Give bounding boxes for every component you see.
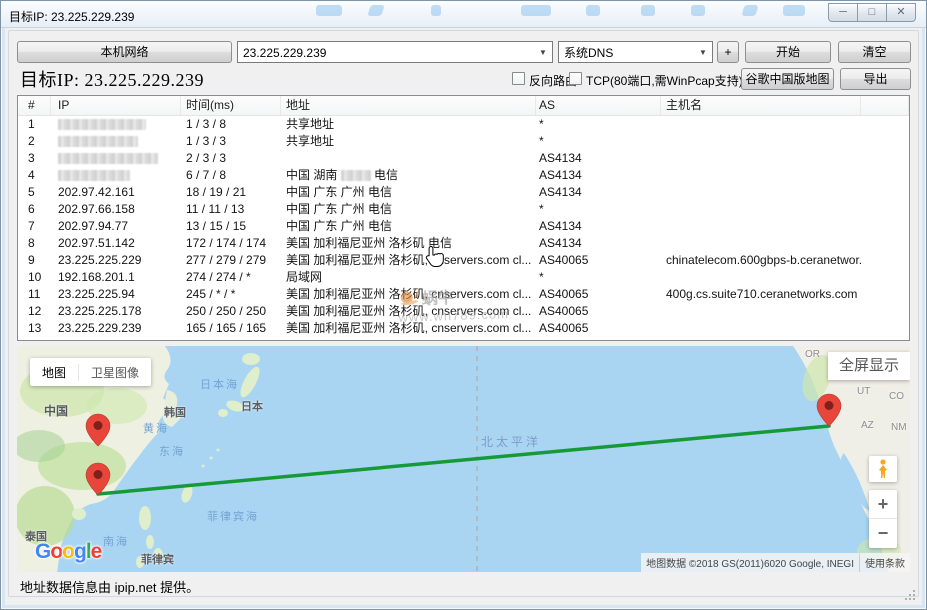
hop-ip: 192.168.201.1 bbox=[51, 269, 181, 286]
hop-address: 美国 加利福尼亚州 洛杉矶, cnservers.com cl... bbox=[281, 252, 536, 269]
chevron-down-icon[interactable]: ▼ bbox=[695, 43, 711, 61]
hop-ip: 23.225.225.229 bbox=[51, 252, 181, 269]
hop-address: 共享地址 bbox=[281, 116, 536, 133]
status-text: 地址数据信息由 ipip.net 提供。 bbox=[20, 577, 199, 596]
google-logo[interactable]: Google bbox=[35, 540, 101, 564]
terms-link[interactable]: 使用条款 bbox=[860, 553, 910, 572]
window-title: 目标IP: 23.225.229.239 bbox=[9, 8, 134, 25]
zoom-out-button[interactable]: − bbox=[869, 519, 897, 548]
map-attribution: 地图数据 ©2018 GS(2011)6020 Google, INEGI bbox=[641, 553, 859, 572]
add-button[interactable]: + bbox=[717, 41, 739, 63]
table-row[interactable]: 6202.97.66.15811 / 11 / 13中国 广东 广州 电信* bbox=[18, 201, 909, 218]
route-line bbox=[98, 426, 829, 494]
hop-address: 美国 加利福尼亚州 洛杉矶 电信 bbox=[281, 235, 536, 252]
hop-ip: 202.97.94.77 bbox=[51, 218, 181, 235]
table-row[interactable]: 7202.97.94.7713 / 15 / 15中国 广东 广州 电信AS41… bbox=[18, 218, 909, 235]
redacted-ip bbox=[58, 136, 138, 147]
route-map[interactable]: 中国韩国日本日本海黄海东海北太平洋菲律宾海南海泰国菲律宾ORUTCOAZNM 地… bbox=[17, 346, 910, 572]
trace-table[interactable]: #IP时间(ms)地址AS主机名 11 / 3 / 8共享地址*21 / 3 /… bbox=[17, 95, 910, 341]
map-type-map-button[interactable]: 地图 bbox=[30, 364, 78, 381]
column-header-1[interactable]: IP bbox=[51, 96, 181, 115]
tcp-checkbox[interactable] bbox=[569, 72, 582, 85]
table-row[interactable]: 1223.225.225.178250 / 250 / 250美国 加利福尼亚州… bbox=[18, 303, 909, 320]
column-header-3[interactable]: 地址 bbox=[281, 96, 536, 115]
target-ip-combobox[interactable]: 23.225.229.239 ▼ bbox=[237, 41, 553, 63]
hop-ip: 202.97.66.158 bbox=[51, 201, 181, 218]
hop-address bbox=[281, 150, 536, 167]
hop-address: 中国 广东 广州 电信 bbox=[281, 184, 536, 201]
hop-address: 美国 加利福尼亚州 洛杉矶, cnservers.com cl... bbox=[281, 286, 536, 303]
redacted-ip bbox=[58, 153, 158, 164]
export-button[interactable]: 导出 bbox=[840, 68, 911, 90]
hop-address: 局域网 bbox=[281, 269, 536, 286]
hop-address: 美国 加利福尼亚州 洛杉矶, cnservers.com cl... bbox=[281, 320, 536, 337]
hop-ip bbox=[51, 116, 181, 133]
hop-ip bbox=[51, 133, 181, 150]
google-cn-map-button[interactable]: 谷歌中国版地图 bbox=[741, 68, 834, 90]
pegman-icon bbox=[877, 459, 889, 479]
table-row[interactable]: 10192.168.201.1274 / 274 / *局域网* bbox=[18, 269, 909, 286]
table-row[interactable]: 8202.97.51.142172 / 174 / 174美国 加利福尼亚州 洛… bbox=[18, 235, 909, 252]
column-header-0[interactable]: # bbox=[18, 96, 51, 115]
table-row[interactable]: 1123.225.225.94245 / * / *美国 加利福尼亚州 洛杉矶,… bbox=[18, 286, 909, 303]
app-window: 目标IP: 23.225.229.239 ─ □ ✕ 本机网络 23.225.2… bbox=[0, 0, 927, 610]
redacted-text bbox=[341, 170, 371, 181]
map-attribution-bar: 地图数据 ©2018 GS(2011)6020 Google, INEGI 使用… bbox=[641, 553, 910, 572]
table-row[interactable]: 11 / 3 / 8共享地址* bbox=[18, 116, 909, 133]
target-ip-value: 23.225.229.239 bbox=[243, 43, 532, 63]
minimize-button[interactable]: ─ bbox=[828, 3, 858, 22]
hop-ip bbox=[51, 167, 181, 184]
hop-ip: 202.97.42.161 bbox=[51, 184, 181, 201]
column-header-filler bbox=[861, 96, 909, 115]
maximize-button[interactable]: □ bbox=[857, 3, 887, 22]
dns-value: 系统DNS bbox=[564, 43, 692, 63]
chevron-down-icon[interactable]: ▼ bbox=[535, 43, 551, 61]
redacted-ip bbox=[58, 119, 146, 130]
zoom-control: + − bbox=[869, 490, 897, 548]
clear-button[interactable]: 清空 bbox=[838, 41, 911, 63]
dns-combobox[interactable]: 系统DNS ▼ bbox=[558, 41, 713, 63]
hop-address: 美国 加利福尼亚州 洛杉矶, cnservers.com cl... bbox=[281, 303, 536, 320]
titlebar[interactable]: 目标IP: 23.225.229.239 ─ □ ✕ bbox=[1, 1, 926, 28]
start-button[interactable]: 开始 bbox=[745, 41, 831, 63]
column-header-5[interactable]: 主机名 bbox=[661, 96, 861, 115]
resize-grip[interactable] bbox=[905, 590, 915, 600]
hop-ip: 202.97.51.142 bbox=[51, 235, 181, 252]
map-type-satellite-button[interactable]: 卫星图像 bbox=[78, 364, 151, 381]
close-button[interactable]: ✕ bbox=[886, 3, 916, 22]
fullscreen-button[interactable]: 全屏显示 bbox=[828, 352, 910, 380]
tcp-label[interactable]: TCP(80端口,需WinPcap支持) bbox=[586, 72, 743, 89]
map-type-control: 地图 卫星图像 bbox=[30, 358, 151, 386]
table-header: #IP时间(ms)地址AS主机名 bbox=[18, 96, 909, 116]
hop-ip: 23.225.225.178 bbox=[51, 303, 181, 320]
hop-ip bbox=[51, 150, 181, 167]
hop-ip: 23.225.229.239 bbox=[51, 320, 181, 337]
target-ip-label: 目标IP: 23.225.229.239 bbox=[20, 66, 204, 92]
hop-address: 中国 广东 广州 电信 bbox=[281, 218, 536, 235]
column-header-4[interactable]: AS bbox=[536, 96, 661, 115]
hop-address: 中国 湖南 电信 bbox=[281, 167, 536, 184]
table-row[interactable]: 32 / 3 / 3AS4134 bbox=[18, 150, 909, 167]
reverse-route-checkbox[interactable] bbox=[512, 72, 525, 85]
hop-address: 共享地址 bbox=[281, 133, 536, 150]
table-row[interactable]: 46 / 7 / 8中国 湖南 电信AS4134 bbox=[18, 167, 909, 184]
table-row[interactable]: 21 / 3 / 3共享地址* bbox=[18, 133, 909, 150]
hop-address: 中国 广东 广州 电信 bbox=[281, 201, 536, 218]
redacted-ip bbox=[58, 170, 130, 181]
table-row[interactable]: 1323.225.229.239165 / 165 / 165美国 加利福尼亚州… bbox=[18, 320, 909, 337]
column-header-2[interactable]: 时间(ms) bbox=[181, 96, 281, 115]
hop-ip: 23.225.225.94 bbox=[51, 286, 181, 303]
table-row[interactable]: 923.225.225.229277 / 279 / 279美国 加利福尼亚州 … bbox=[18, 252, 909, 269]
pegman-control[interactable] bbox=[869, 456, 897, 482]
caption-buttons: ─ □ ✕ bbox=[829, 3, 916, 22]
table-body: 11 / 3 / 8共享地址*21 / 3 / 3共享地址*32 / 3 / 3… bbox=[18, 116, 909, 337]
zoom-in-button[interactable]: + bbox=[869, 490, 897, 519]
table-row[interactable]: 5202.97.42.16118 / 19 / 21中国 广东 广州 电信AS4… bbox=[18, 184, 909, 201]
local-network-button[interactable]: 本机网络 bbox=[17, 41, 232, 63]
